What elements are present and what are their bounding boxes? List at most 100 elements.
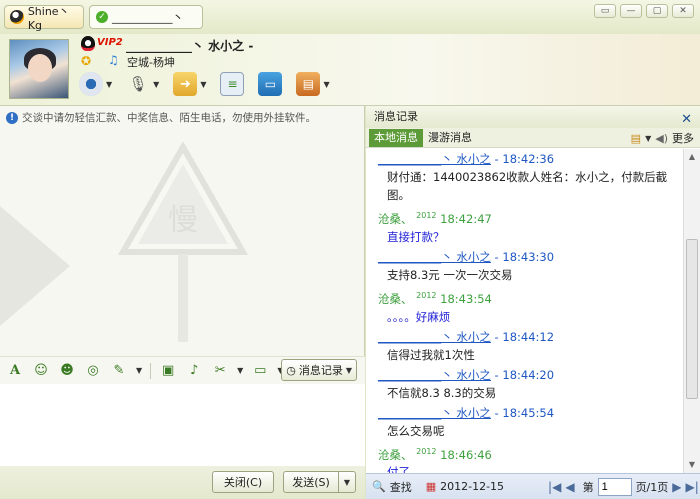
page-number-input[interactable] [597,477,632,496]
chevron-down-icon[interactable]: ▼ [323,80,329,89]
doodle-icon[interactable]: ✎ [110,362,128,380]
message-header: 沧桑、 2012 18:43:54 [378,287,683,308]
message-sender[interactable]: ___________丶 水小之 [378,152,491,166]
window-controls: ▭ — ▢ ✕ [594,4,694,18]
message-time: 18:45:54 [502,405,555,420]
music-icon[interactable]: ♪ [185,362,203,380]
message-text: 不信就8.3 8.3的交易 [387,385,497,400]
history-panel: 消息记录 ✕ 本地消息 漫游消息 ▤ ▼ ◀) 更多 ___________丶 … [366,106,700,499]
send-file-button[interactable]: ➜ ▼ [173,72,206,96]
scroll-down-arrow[interactable]: ▼ [684,457,700,473]
remote-assist-button[interactable]: ▭ [258,72,283,96]
toolbox-icon: ▤ [296,72,321,96]
contact-name[interactable]: ___________丶 水小之 - [126,37,253,54]
export-icon[interactable]: ▤ [631,132,641,145]
tab-roaming-messages[interactable]: 漫游消息 [423,129,477,147]
chevron-down-icon[interactable]: ▼ [237,366,243,375]
chevron-down-icon[interactable]: ▼ [136,366,142,375]
create-discussion-button[interactable]: ≡ [220,72,245,96]
image-icon[interactable]: ▣ [159,362,177,380]
calendar-icon[interactable]: ▦ [426,480,436,493]
message-sender[interactable]: ___________丶 水小之 [378,250,491,264]
voice-call-button[interactable]: 🎙 ▼ [126,72,160,96]
history-tabs: 本地消息 漫游消息 ▤ ▼ ◀) 更多 [366,128,700,148]
message-sender[interactable]: ___________丶 水小之 [378,330,491,344]
message-sender[interactable]: 沧桑、 [378,212,413,226]
chevron-down-icon[interactable]: ▼ [645,134,651,143]
last-page-icon[interactable]: ▶| [686,480,699,494]
video-call-button[interactable]: ▼ [79,72,112,96]
history-title: 消息记录 [374,110,418,123]
send-options-button[interactable]: ▼ [338,471,356,493]
security-notice: ! 交谈中请勿轻信汇款、中奖信息、陌生电话，勿使用外挂软件。 [6,110,316,125]
scroll-up-arrow[interactable]: ▲ [684,149,700,165]
chat-tab-shine[interactable]: Shine丶Kg [4,4,84,32]
message-time: 18:42:47 [440,211,492,226]
message-list[interactable]: ___________丶 水小之 - 18:42:36 财付通：144002386… [366,149,683,473]
message-header: ___________丶 水小之 - 18:45:54 [378,405,555,420]
message-sender[interactable]: 沧桑、 [378,447,413,461]
apps-button[interactable]: ▤ ▼ [296,72,330,96]
message-header: ___________丶 水小之 - 18:43:30 [378,249,555,264]
tab-local-messages[interactable]: 本地消息 [369,128,423,147]
avatar[interactable] [9,39,69,99]
message-sender[interactable]: 沧桑、 [378,292,413,306]
more-button[interactable]: 更多 [672,130,694,146]
chevron-down-icon: ▼ [343,477,351,487]
chevron-down-icon[interactable]: ▼ [153,80,159,89]
message-text: 直接打款？ [387,229,445,244]
message-input[interactable] [0,384,365,466]
shake-icon[interactable]: ◎ [84,362,102,380]
emoji-icon[interactable]: ☺ [32,362,50,380]
speaker-icon[interactable]: ◀) [655,132,668,145]
chevron-down-icon[interactable]: ▼ [106,80,112,89]
minimize-button[interactable]: — [620,4,642,18]
history-date[interactable]: 2012-12-15 [440,480,504,493]
message-time: 18:44:20 [502,367,555,382]
qq-penguin-icon [81,36,95,51]
message-history-button[interactable]: ◷ 消息记录 ▼ [281,359,357,381]
prev-page-icon[interactable]: ◀ [565,480,574,494]
skin-button[interactable]: ▭ [594,4,616,18]
message-sender[interactable]: ___________丶 水小之 [378,368,491,382]
qq-icon [10,10,24,24]
message-text: 信得过我就1次性 [387,347,475,362]
format-toolbar: A ☺ ☻ ◎ ✎ ▼ ▣ ♪ ✂ ▼ ▭ ▼ ◷ 消息记录 ▼ [0,356,365,384]
microphone-icon: 🎙 [128,75,148,93]
music-note-icon: ♫ [108,53,119,67]
contact-status-song[interactable]: 空城-杨坤 [127,54,175,70]
next-page-icon[interactable]: ▶ [672,480,681,494]
close-window-button[interactable]: ✕ [672,4,694,18]
svg-text:慢: 慢 [168,203,198,238]
message-year: 2012 [416,211,437,220]
maximize-button[interactable]: ▢ [646,4,668,18]
message-header: 沧桑、 2012 18:46:46 [378,443,683,464]
message-header: ___________丶 水小之 - 18:44:12 [378,329,555,344]
page-count: 页/1页 [635,480,669,494]
online-status-icon: ✓ [96,11,108,23]
header-toolbar: ▼ 🎙 ▼ ➜ ▼ ≡ ▭ ▤ ▼ [79,72,330,96]
font-icon[interactable]: A [6,362,24,380]
magic-face-icon[interactable]: ☻ [58,362,76,380]
message-header: ___________丶 水小之 - 18:42:36 [378,152,555,166]
first-page-icon[interactable]: |◀ [548,480,561,494]
search-button[interactable]: 查找 [390,479,412,495]
chat-panel: ! 交谈中请勿轻信汇款、中奖信息、陌生电话，勿使用外挂软件。 慢 A ☺ ☻ ◎… [0,106,365,499]
scissors-icon[interactable]: ✂ [211,362,229,380]
search-icon[interactable]: 🔍 [372,480,386,493]
chevron-down-icon[interactable]: ▼ [200,80,206,89]
send-button[interactable]: 发送(S) [283,471,339,493]
close-button[interactable]: 关闭(C) [212,471,274,493]
chat-tab-contact[interactable]: ✓ ___________丶 [89,5,203,29]
history-tools: ▤ ▼ ◀) 更多 [631,130,694,146]
vip-badge[interactable]: VIP2 [97,37,123,48]
folder-arrow-icon: ➜ [173,72,198,96]
scrollbar-thumb[interactable] [686,239,698,399]
scrollbar[interactable]: ▲ ▼ [683,149,700,473]
message-history-label: 消息记录 [298,364,343,377]
message-time: 18:44:12 [502,329,555,344]
message-sender[interactable]: ___________丶 水小之 [378,406,491,420]
chat-tab-label: Shine丶Kg [27,4,70,32]
briefcase-icon[interactable]: ▭ [251,362,269,380]
chat-tab-label: ___________丶 [112,11,184,24]
